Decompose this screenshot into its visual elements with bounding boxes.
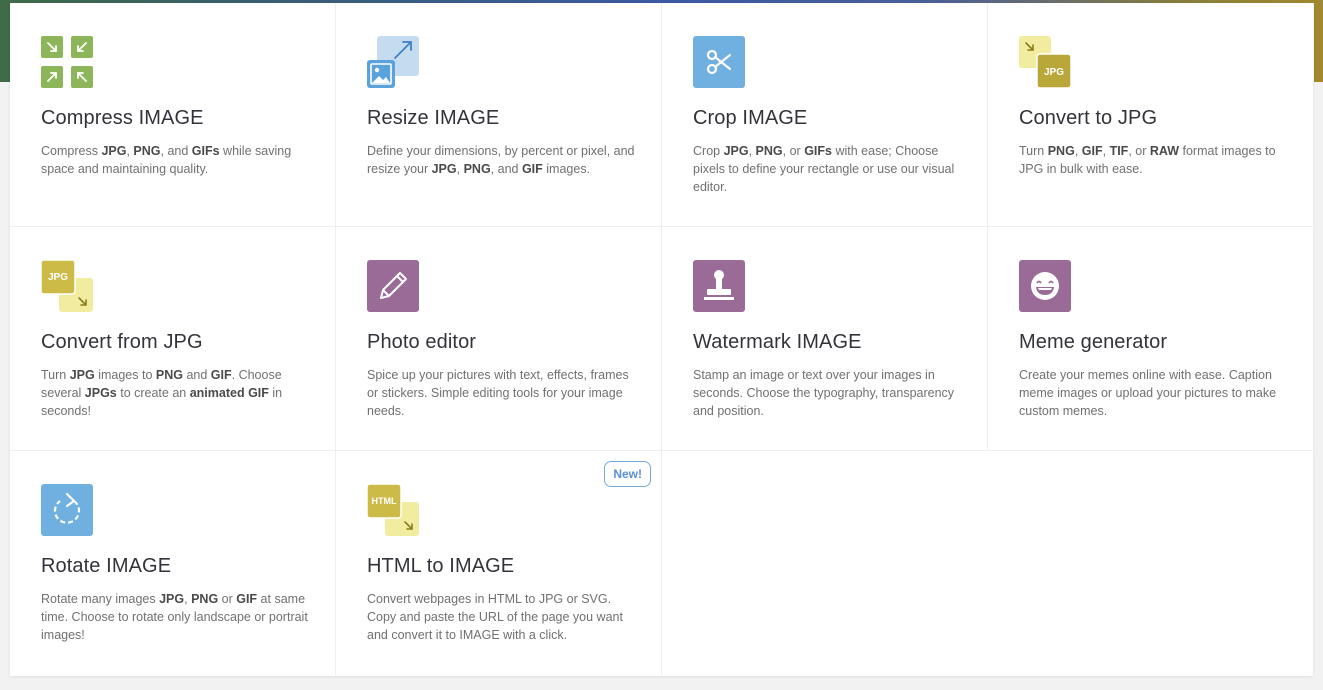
tool-description: Crop JPG, PNG, or GIFs with ease; Choose… (693, 144, 955, 194)
tool-card-resize[interactable]: Resize IMAGE Define your dimensions, by p… (336, 3, 662, 227)
tool-description: Rotate many images JPG, PNG or GIF at sa… (41, 592, 308, 642)
tool-title: Convert to JPG (1019, 107, 1158, 129)
tool-title: Resize IMAGE (367, 107, 500, 129)
pencil-icon (367, 260, 419, 312)
tool-title: Convert from JPG (41, 331, 203, 353)
tool-card-crop[interactable]: Crop IMAGE Crop JPG, PNG, or GIFs with ea… (662, 3, 988, 227)
tool-card-convert-to-jpg[interactable]: JPG Convert to JPG Turn PNG, GIF, TIF, or… (988, 3, 1314, 227)
tool-title: Watermark IMAGE (693, 331, 862, 353)
tool-title: HTML to IMAGE (367, 555, 515, 577)
tools-grid: Compress IMAGE Compress JPG, PNG, and GIF… (10, 3, 1314, 676)
tool-description: Spice up your pictures with text, effect… (367, 368, 629, 418)
tool-title: Crop IMAGE (693, 107, 808, 129)
tool-description: Turn JPG images to PNG and GIF. Choose s… (41, 368, 283, 418)
tool-title: Meme generator (1019, 331, 1168, 353)
tool-card-compress[interactable]: Compress IMAGE Compress JPG, PNG, and GIF… (10, 3, 336, 227)
svg-text:JPG: JPG (1044, 67, 1064, 78)
laughing-face-icon (1019, 260, 1071, 312)
convert-to-jpg-icon: JPG (1019, 36, 1072, 89)
tool-card-watermark[interactable]: Watermark IMAGE Stamp an image or text ov… (662, 227, 988, 451)
tool-card-rotate[interactable]: Rotate IMAGE Rotate many images JPG, PNG … (10, 451, 336, 675)
tool-title: Photo editor (367, 331, 477, 353)
html-to-image-icon: HTML (366, 483, 419, 536)
tool-description: Create your memes online with ease. Capt… (1019, 368, 1277, 418)
tool-description: Stamp an image or text over your images … (693, 368, 955, 418)
tool-description: Convert webpages in HTML to JPG or SVG. … (367, 592, 623, 642)
scissors-icon (693, 36, 745, 88)
tool-card-meme[interactable]: Meme generator Create your memes online w… (988, 227, 1314, 451)
resize-image-icon (367, 36, 419, 88)
stamp-icon (693, 260, 745, 312)
compress-arrows-icon (41, 36, 93, 88)
rotate-icon (41, 484, 93, 536)
convert-from-jpg-icon: JPG (40, 259, 93, 312)
tool-description: Compress JPG, PNG, and GIFs while saving… (41, 144, 292, 176)
new-badge: New! (604, 461, 651, 487)
svg-text:HTML: HTML (372, 496, 397, 506)
tool-card-html-to-image[interactable]: HTML HTML to IMAGE Convert webpages in HT… (336, 451, 662, 675)
tool-title: Compress IMAGE (41, 107, 204, 129)
tool-title: Rotate IMAGE (41, 555, 172, 577)
tool-card-photo-editor[interactable]: Photo editor Spice up your pictures with … (336, 227, 662, 451)
svg-text:JPG: JPG (48, 272, 68, 283)
tool-description: Define your dimensions, by percent or pi… (367, 144, 635, 176)
tool-card-convert-from-jpg[interactable]: JPG Convert from JPG Turn JPG images to P… (10, 227, 336, 451)
tool-description: Turn PNG, GIF, TIF, or RAW format images… (1019, 144, 1276, 176)
